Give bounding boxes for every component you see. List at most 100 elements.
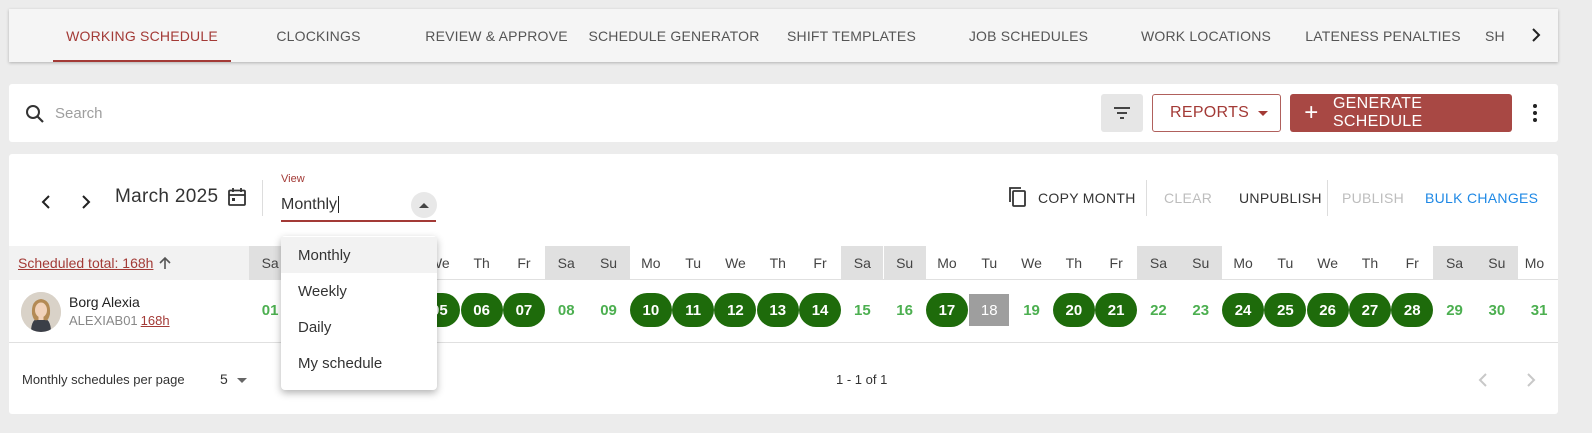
publish-button[interactable]: PUBLISH: [1342, 190, 1404, 206]
day-cell-worked[interactable]: 10: [629, 293, 672, 327]
day-cell-worked[interactable]: 11: [672, 293, 715, 327]
filter-button[interactable]: [1101, 94, 1143, 132]
day-cell-worked[interactable]: 17: [925, 293, 968, 327]
employee-row[interactable]: Borg Alexia ALEXIAB01168h 01020304050607…: [9, 281, 1558, 343]
day-header: Sa: [1433, 246, 1476, 280]
day-cell-off[interactable]: 31: [1518, 293, 1560, 327]
schedule-card: March 2025 View Monthly COPY MONTH CLEAR…: [9, 154, 1558, 414]
tab-schedule-generator[interactable]: SCHEDULE GENERATOR: [589, 9, 759, 62]
day-cell-worked[interactable]: 06: [460, 293, 503, 327]
day-header: Tu: [685, 255, 702, 271]
view-option-daily[interactable]: Daily: [281, 309, 437, 345]
tab-clockings[interactable]: CLOCKINGS: [241, 9, 396, 62]
pagination-footer: Monthly schedules per page 5 1 - 1 of 1: [9, 344, 1558, 414]
tab-shift-templates[interactable]: SHIFT TEMPLATES: [774, 9, 929, 62]
day-cell-worked[interactable]: 21: [1095, 293, 1138, 327]
day-cell-worked[interactable]: 27: [1348, 293, 1391, 327]
day-header: Tu: [1277, 255, 1294, 271]
day-header: Th: [1361, 255, 1379, 271]
next-page-icon[interactable]: [1519, 368, 1543, 392]
generate-label: GENERATE SCHEDULE: [1332, 95, 1423, 130]
arrow-up-icon[interactable]: [157, 255, 173, 271]
view-option-my-schedule[interactable]: My schedule: [281, 345, 437, 381]
avatar: [21, 292, 61, 332]
unpublish-button[interactable]: UNPUBLISH: [1239, 190, 1322, 206]
view-field-label: View: [281, 173, 305, 185]
day-header: Th: [473, 255, 490, 271]
chevron-down-icon[interactable]: [237, 378, 247, 383]
day-cell-worked[interactable]: 28: [1391, 293, 1434, 327]
day-cell-worked[interactable]: 13: [756, 293, 799, 327]
employee-code-line: ALEXIAB01 168h: [69, 313, 170, 328]
tabs-scroll-right-icon[interactable]: [1524, 23, 1548, 47]
copy-month-button[interactable]: COPY MONTH: [1038, 190, 1136, 206]
page-range: 1 - 1 of 1: [836, 372, 888, 387]
more-options-icon[interactable]: [1525, 99, 1545, 127]
day-cell-worked[interactable]: 07: [502, 293, 545, 327]
day-cell-off[interactable]: 08: [545, 293, 587, 327]
day-cell-off[interactable]: 22: [1137, 293, 1179, 327]
employee-code: ALEXIAB01: [69, 313, 138, 328]
tab-work-locations[interactable]: WORK LOCATIONS: [1126, 9, 1286, 62]
view-option-weekly[interactable]: Weekly: [281, 273, 437, 309]
day-cell-worked[interactable]: 26: [1306, 293, 1349, 327]
employee-hours-link[interactable]: 168h: [141, 313, 170, 328]
day-header: Fr: [813, 255, 827, 271]
bulk-changes-button[interactable]: BULK CHANGES: [1425, 190, 1538, 206]
day-cell-off[interactable]: 19: [1011, 293, 1053, 327]
view-select-value: Monthly: [281, 196, 338, 213]
day-cell-off[interactable]: 16: [884, 293, 926, 327]
search-icon: [24, 103, 46, 125]
day-header: Su: [1475, 246, 1518, 280]
employee-name: Borg Alexia: [69, 294, 140, 310]
day-header: We: [1317, 255, 1339, 271]
day-header: Mo: [641, 255, 661, 271]
tab-working-schedule[interactable]: WORKING SCHEDULE: [53, 9, 231, 62]
day-cell-worked[interactable]: 14: [799, 293, 842, 327]
tab-job-schedules[interactable]: JOB SCHEDULES: [951, 9, 1106, 62]
clear-button[interactable]: CLEAR: [1164, 190, 1212, 206]
day-cell-off[interactable]: 23: [1180, 293, 1222, 327]
tab-lateness-penalties[interactable]: LATENESS PENALTIES: [1302, 9, 1464, 62]
day-cell-worked[interactable]: 12: [714, 293, 757, 327]
day-cell-worked[interactable]: 25: [1264, 293, 1307, 327]
generate-schedule-button[interactable]: + GENERATE SCHEDULE: [1290, 94, 1512, 132]
view-dropdown-toggle-icon[interactable]: [411, 192, 437, 218]
calendar-icon[interactable]: [227, 187, 249, 209]
day-header: Fr: [1109, 255, 1123, 271]
divider: [262, 180, 263, 216]
reports-label: REPORTS: [1170, 104, 1250, 121]
search-input[interactable]: [55, 101, 655, 125]
day-header: Su: [587, 246, 630, 280]
reports-button[interactable]: REPORTS: [1152, 94, 1281, 132]
day-cell-off[interactable]: 29: [1434, 293, 1476, 327]
day-cell-off[interactable]: 09: [588, 293, 630, 327]
search-toolbar: REPORTS + GENERATE SCHEDULE: [9, 84, 1558, 142]
tab-review-approve[interactable]: REVIEW & APPROVE: [419, 9, 574, 62]
copy-icon: [1007, 186, 1029, 208]
previous-page-icon[interactable]: [1471, 368, 1495, 392]
day-cell-today[interactable]: 18: [969, 294, 1010, 326]
day-header: We: [1021, 255, 1042, 271]
day-header: Th: [769, 255, 786, 271]
day-cell-worked[interactable]: 24: [1222, 293, 1265, 327]
per-page-select[interactable]: 5: [220, 371, 228, 387]
next-month-icon[interactable]: [74, 190, 98, 214]
top-tabs: WORKING SCHEDULE CLOCKINGS REVIEW & APPR…: [9, 9, 1558, 62]
day-header: Sa: [841, 246, 884, 280]
day-header: Mo: [937, 255, 957, 271]
day-header: Mo: [1233, 255, 1253, 271]
previous-month-icon[interactable]: [34, 190, 58, 214]
day-header: Th: [1065, 255, 1082, 271]
scheduled-total-sort[interactable]: Scheduled total: 168h: [9, 246, 249, 280]
day-header-row: Scheduled total: 168h SaSuMoTuWeThFrSaSu…: [9, 246, 1558, 280]
view-option-monthly[interactable]: Monthly: [281, 237, 437, 273]
tab-truncated[interactable]: SH: [1485, 9, 1515, 62]
day-cell-off[interactable]: 15: [841, 293, 883, 327]
day-cell-off[interactable]: 30: [1476, 293, 1518, 327]
plus-icon: +: [1304, 99, 1319, 126]
day-header: Mo: [1524, 255, 1545, 271]
day-cell-worked[interactable]: 20: [1052, 293, 1095, 327]
filter-icon: [1114, 107, 1130, 119]
day-header: Su: [883, 246, 926, 280]
